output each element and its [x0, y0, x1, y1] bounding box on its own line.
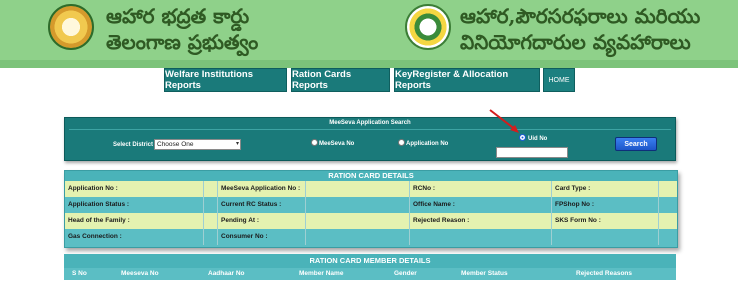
field-current-rc-status: Current RC Status :	[218, 197, 306, 213]
radio-application-no[interactable]	[398, 139, 405, 146]
field-office-name: Office Name :	[410, 197, 552, 213]
nav-ration-cards-reports[interactable]: Ration Cards Reports	[291, 68, 390, 92]
table-cell	[306, 197, 410, 213]
member-details-header-row: S No Meeseva No Aadhaar No Member Name G…	[64, 268, 676, 280]
header-title-left-line1: ఆహార భద్రత కార్డు	[106, 4, 250, 28]
field-rc-no: RCNo :	[410, 181, 552, 197]
red-arrow-icon	[489, 109, 519, 133]
field-head-of-family: Head of the Family :	[65, 213, 204, 229]
field-consumer-no: Consumer No :	[218, 229, 306, 245]
header-title-right-line1: ఆహార,పౌరసరఫరాలు మరియు	[460, 4, 701, 28]
radio-meeseva-no[interactable]	[311, 139, 318, 146]
radio-uid-no-label: Uid No	[528, 136, 548, 142]
header-title-left-line2: తెలంగాణ ప్రభుత్వం	[106, 30, 259, 54]
nav-welfare-institutions-reports[interactable]: Welfare Institutions Reports	[164, 68, 287, 92]
table-row: Application Status : Current RC Status :…	[65, 197, 677, 213]
header-strip	[0, 60, 738, 68]
radio-meeseva-no-label: MeeSeva No	[319, 141, 355, 147]
column-header-member-status: Member Status	[461, 270, 508, 277]
radio-application-no-label: Application No	[406, 141, 449, 147]
field-pending-at: Pending At :	[218, 213, 306, 229]
table-cell	[659, 213, 679, 229]
table-cell	[306, 229, 410, 245]
table-cell	[410, 229, 552, 245]
column-header-gender: Gender	[394, 270, 417, 277]
field-sks-form-no: SKS Form No :	[552, 213, 659, 229]
table-cell	[204, 197, 218, 213]
member-details-panel: RATION CARD MEMBER DETAILS S No Meeseva …	[64, 254, 676, 280]
table-cell	[659, 229, 679, 245]
member-details-title: RATION CARD MEMBER DETAILS	[64, 254, 676, 268]
table-row: Head of the Family : Pending At : Reject…	[65, 213, 677, 229]
ration-card-details-title: RATION CARD DETAILS	[65, 171, 677, 181]
field-meeseva-application-no: MeeSeva Application No :	[218, 181, 306, 197]
nav-keyregister-allocation-reports[interactable]: KeyRegister & Allocation Reports	[394, 68, 540, 92]
table-cell	[204, 181, 218, 197]
field-rejected-reason: Rejected Reason :	[410, 213, 552, 229]
field-card-type: Card Type :	[552, 181, 659, 197]
field-gas-connection: Gas Connection :	[65, 229, 204, 245]
column-header-meeseva-no: Meeseva No	[121, 270, 159, 277]
table-cell	[552, 229, 659, 245]
table-row: Application No : MeeSeva Application No …	[65, 181, 677, 197]
district-label: Select District :	[113, 142, 157, 148]
column-header-rejected-reasons: Rejected Reasons	[576, 270, 632, 277]
column-header-aadhaar-no: Aadhaar No	[208, 270, 245, 277]
table-cell	[204, 229, 218, 245]
chevron-down-icon: ▾	[235, 141, 239, 147]
field-application-status: Application Status :	[65, 197, 204, 213]
district-select[interactable]: Choose One ▾	[154, 139, 241, 150]
page: ఆహార భద్రత కార్డు తెలంగాణ ప్రభుత్వం ఆహార…	[0, 0, 738, 306]
district-select-value: Choose One	[157, 141, 194, 148]
search-button[interactable]: Search	[615, 137, 657, 151]
nav-home[interactable]: HOME	[543, 68, 575, 92]
column-header-sno: S No	[72, 270, 87, 277]
field-application-no: Application No :	[65, 181, 204, 197]
ration-card-details-panel: RATION CARD DETAILS Application No : Mee…	[64, 170, 678, 248]
divider	[69, 129, 671, 130]
telangana-emblem-icon	[48, 4, 94, 50]
civil-supplies-logo-icon	[405, 4, 451, 50]
meeseva-search-panel: MeeSeva Application Search Select Distri…	[64, 117, 676, 161]
column-header-member-name: Member Name	[299, 270, 344, 277]
table-cell	[204, 213, 218, 229]
search-panel-title: MeeSeva Application Search	[329, 120, 411, 126]
header-title-right-line2: వినియోగదారుల వ్యవహారాలు	[460, 30, 691, 54]
uid-input[interactable]	[496, 147, 568, 158]
table-cell	[659, 181, 679, 197]
table-row: Gas Connection : Consumer No :	[65, 229, 677, 245]
table-cell	[306, 213, 410, 229]
field-fpshop-no: FPShop No :	[552, 197, 659, 213]
table-cell	[306, 181, 410, 197]
table-cell	[659, 197, 679, 213]
